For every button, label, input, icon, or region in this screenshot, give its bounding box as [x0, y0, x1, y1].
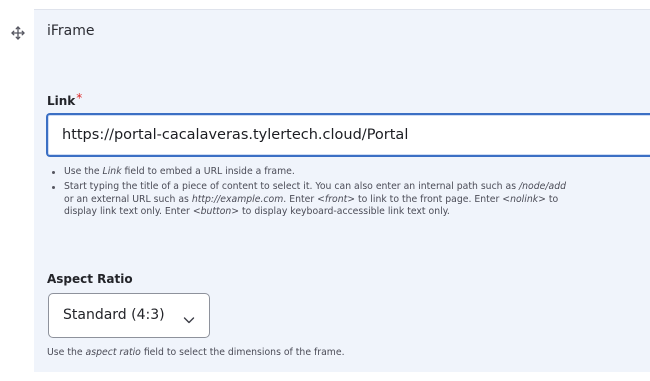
aspect-ratio-select[interactable]: Standard (4:3)	[48, 293, 210, 338]
iframe-paragraph-item: iFrame Link* Use the Link field to embed…	[34, 9, 650, 372]
paragraph-title: iFrame	[47, 23, 95, 39]
move-icon[interactable]	[10, 25, 26, 41]
aspect-ratio-label: Aspect Ratio	[47, 272, 133, 286]
link-help-item: Use the Link field to embed a URL inside…	[47, 166, 567, 178]
link-help-item: Start typing the title of a piece of con…	[47, 181, 567, 218]
link-label-text: Link	[47, 94, 76, 108]
link-label: Link*	[47, 91, 83, 108]
page: iFrame Link* Use the Link field to embed…	[0, 0, 650, 381]
link-input[interactable]	[46, 113, 650, 157]
required-mark: *	[76, 91, 83, 105]
link-help-list: Use the Link field to embed a URL inside…	[47, 166, 567, 221]
chevron-down-icon	[183, 310, 195, 324]
aspect-ratio-selected-value: Standard (4:3)	[63, 307, 165, 323]
aspect-ratio-help: Use the aspect ratio field to select the…	[47, 347, 345, 358]
